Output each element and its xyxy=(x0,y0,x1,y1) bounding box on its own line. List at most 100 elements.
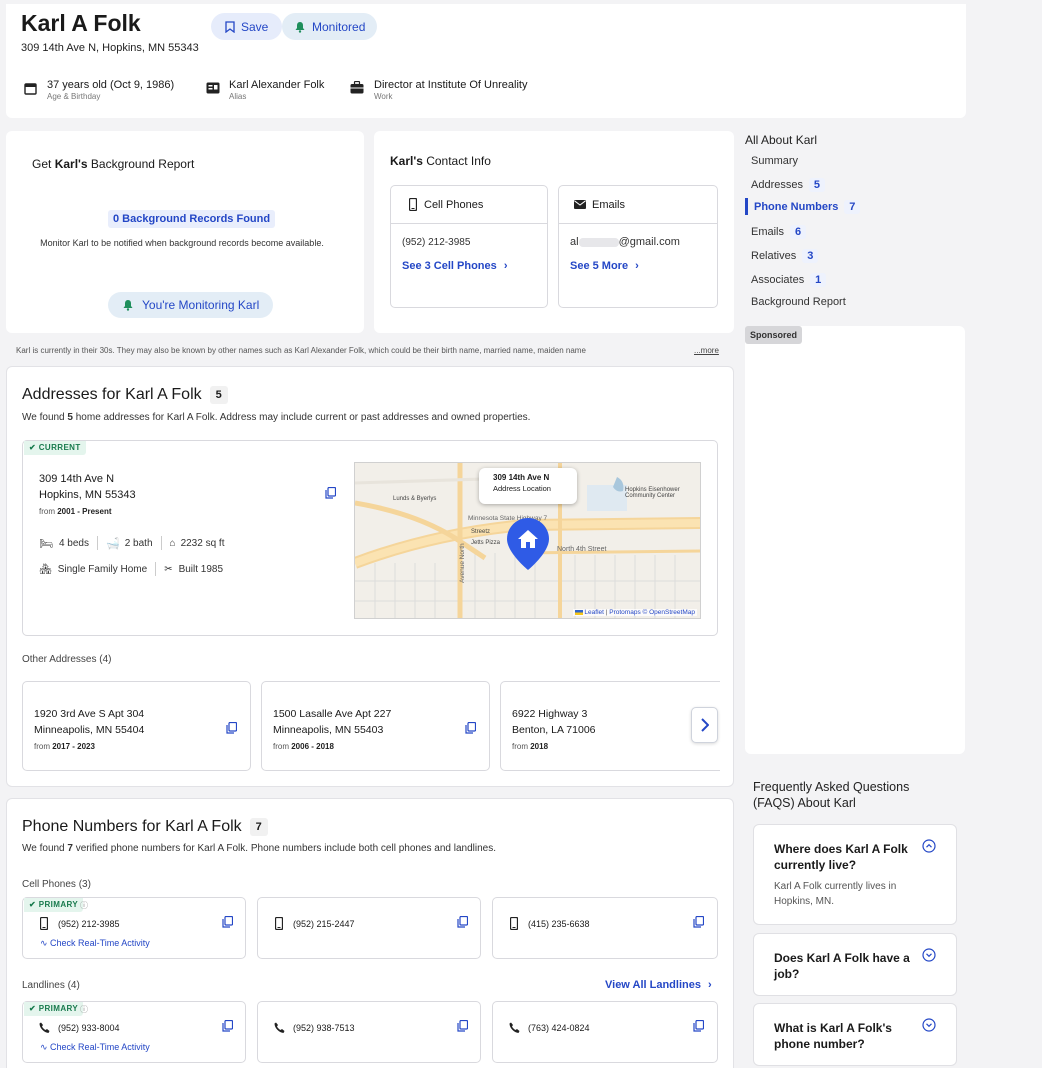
current-address-line1: 309 14th Ave N xyxy=(39,473,115,485)
copy-icon[interactable] xyxy=(325,487,336,499)
other-address-card[interactable]: 1500 Lasalle Ave Apt 227 Minneapolis, MN… xyxy=(261,681,490,771)
copy-icon[interactable] xyxy=(457,1020,468,1032)
copy-icon[interactable] xyxy=(693,1020,704,1032)
phone-card[interactable]: (952) 215-2447 xyxy=(257,897,481,959)
age-label: Age & Birthday xyxy=(47,92,101,101)
contact-phone-value: (952) 212-3985 xyxy=(402,237,471,248)
bell-icon xyxy=(295,21,305,33)
emails-title: Emails xyxy=(592,199,626,211)
age-value: 37 years old (Oct 9, 1986) xyxy=(47,79,175,91)
sidebar-count: 6 xyxy=(790,225,807,239)
sidebar-item-emails[interactable]: Emails 6 xyxy=(751,225,807,239)
chevron-down-icon[interactable] xyxy=(922,948,936,962)
background-report-card: Get Karl's Background Report 0 Backgroun… xyxy=(6,131,364,333)
landline-card[interactable]: ✔ PRIMARY ⓘ (952) 933-8004 ∿ Check Real-… xyxy=(22,1001,246,1063)
other-address-line1: 1920 3rd Ave S Apt 304 xyxy=(34,708,145,720)
copy-icon[interactable] xyxy=(457,916,468,928)
other-address-line1: 1500 Lasalle Ave Apt 227 xyxy=(273,708,392,720)
see-more-emails-link[interactable]: See 5 More › xyxy=(570,260,639,272)
emails-box: Emails al @gmail.com See 5 More › xyxy=(558,185,718,308)
address-map[interactable]: Lunds & Byerlys Hopkins Eisenhower Commu… xyxy=(354,462,701,619)
faq-question: Where does Karl A Folk currently live? xyxy=(774,842,908,872)
phone-numbers-section: Phone Numbers for Karl A Folk 7 We found… xyxy=(6,798,734,1068)
sidebar-count: 1 xyxy=(810,273,827,287)
sidebar-item-summary[interactable]: Summary xyxy=(751,155,798,167)
addresses-section: Addresses for Karl A Folk 5 We found 5 h… xyxy=(6,366,734,787)
phones-desc: We found 7 verified phone numbers for Ka… xyxy=(22,843,497,854)
landline-card[interactable]: (763) 424-0824 xyxy=(492,1001,718,1063)
landline-card[interactable]: (952) 938-7513 xyxy=(257,1001,481,1063)
landline-number: (952) 933-8004 xyxy=(58,1023,120,1033)
faq-answer: Karl A Folk currently lives in Hopkins, … xyxy=(774,881,897,907)
map-label-lunds: Lunds & Byerlys xyxy=(393,496,437,502)
sidebar-item-phone-numbers[interactable]: Phone Numbers 7 xyxy=(754,200,861,214)
summary-text: Karl is currently in their 30s. They may… xyxy=(16,346,586,355)
save-button[interactable]: Save xyxy=(211,13,283,40)
house-type-icon: 🏘 xyxy=(39,563,52,575)
phone-icon xyxy=(509,1022,520,1033)
faq-item[interactable]: Does Karl A Folk have a job? xyxy=(753,933,957,996)
monitoring-button[interactable]: You're Monitoring Karl xyxy=(108,292,274,318)
sidebar-item-addresses[interactable]: Addresses 5 xyxy=(751,178,825,192)
landlines-label: Landlines (4) xyxy=(22,980,80,991)
map-attribution: Leaflet | Protomaps © OpenStreetMap xyxy=(572,609,697,616)
faq-item[interactable]: Where does Karl A Folk currently live? K… xyxy=(753,824,957,925)
map-label-north4: North 4th Street xyxy=(557,546,607,553)
current-address-card: ✔ CURRENT 309 14th Ave N Hopkins, MN 553… xyxy=(22,440,718,636)
sponsored-ad-slot: Sponsored xyxy=(745,326,965,754)
sidebar-count: 3 xyxy=(802,249,819,263)
other-address-card[interactable]: 1920 3rd Ave S Apt 304 Minneapolis, MN 5… xyxy=(22,681,251,771)
faq-item[interactable]: What is Karl A Folk's phone number? xyxy=(753,1003,957,1066)
other-address-years: from 2006 - 2018 xyxy=(273,742,334,751)
sidebar-item-background-report[interactable]: Background Report xyxy=(751,296,846,308)
chevron-right-icon xyxy=(701,718,709,732)
other-address-card[interactable]: 6922 Highway 3 Benton, LA 71006 from 201… xyxy=(500,681,720,771)
map-pin-icon[interactable] xyxy=(507,518,549,570)
copy-icon[interactable] xyxy=(222,1020,233,1032)
copy-icon[interactable] xyxy=(222,916,233,928)
profile-header: Karl A Folk 309 14th Ave N, Hopkins, MN … xyxy=(6,4,966,118)
sidebar-item-relatives[interactable]: Relatives 3 xyxy=(751,249,819,263)
phone-card[interactable]: ✔ PRIMARY ⓘ (952) 212-3985 ∿ Check Real-… xyxy=(22,897,246,959)
phone-number: (952) 212-3985 xyxy=(58,919,120,929)
chevron-right-icon: › xyxy=(503,260,508,272)
floorplan-icon: ⌂ xyxy=(169,537,176,549)
primary-tag: ✔ PRIMARY xyxy=(24,1002,84,1016)
check-activity-link[interactable]: ∿ Check Real-Time Activity xyxy=(40,1042,150,1053)
other-address-years: from 2018 xyxy=(512,742,549,751)
monitored-button[interactable]: Monitored xyxy=(282,13,378,40)
alias-value: Karl Alexander Folk xyxy=(229,79,325,91)
chevron-right-icon: › xyxy=(635,260,639,272)
sidebar-active-indicator xyxy=(745,198,748,215)
see-cell-phones-link[interactable]: See 3 Cell Phones › xyxy=(402,260,508,272)
map-popup-line1: 309 14th Ave N xyxy=(493,473,550,482)
sponsored-label: Sponsored xyxy=(745,326,803,344)
leaflet-flag-icon xyxy=(574,609,583,615)
copy-icon[interactable] xyxy=(693,916,704,928)
map-popup: 309 14th Ave N Address Location xyxy=(479,468,577,504)
copy-icon[interactable] xyxy=(465,722,476,734)
phone-card[interactable]: (415) 235-6638 xyxy=(492,897,718,959)
view-all-landlines-link[interactable]: View All Landlines › xyxy=(605,979,712,991)
carousel-next-button[interactable] xyxy=(691,707,718,743)
more-link[interactable]: ...more xyxy=(694,346,719,355)
current-address-years: from 2001 - Present xyxy=(39,507,112,516)
emails-header: Emails xyxy=(559,186,717,224)
property-stats-row1: 🛏 4 beds 🛁 2 bath ⌂ 2232 sq ft xyxy=(39,536,224,550)
work-fact: Director at Institute Of Unreality Work xyxy=(374,79,527,101)
baths-value: 2 bath xyxy=(124,537,153,549)
alias-fact: Karl Alexander Folk Alias xyxy=(229,79,324,101)
copy-icon[interactable] xyxy=(226,722,237,734)
other-address-line2: Benton, LA 71006 xyxy=(512,724,596,736)
divider xyxy=(155,562,157,576)
chevron-up-icon[interactable] xyxy=(922,839,936,853)
other-addresses-label: Other Addresses (4) xyxy=(22,654,112,665)
info-icon: ⓘ xyxy=(80,901,88,910)
sidebar-item-associates[interactable]: Associates 1 xyxy=(751,273,827,287)
other-address-line1: 6922 Highway 3 xyxy=(512,708,588,720)
built-value: Built 1985 xyxy=(178,563,224,575)
calendar-icon xyxy=(24,83,37,95)
check-activity-link[interactable]: ∿ Check Real-Time Activity xyxy=(40,938,150,949)
chevron-down-icon[interactable] xyxy=(922,1018,936,1032)
faq-title: Frequently Asked Questions (FAQS) About … xyxy=(753,780,910,810)
